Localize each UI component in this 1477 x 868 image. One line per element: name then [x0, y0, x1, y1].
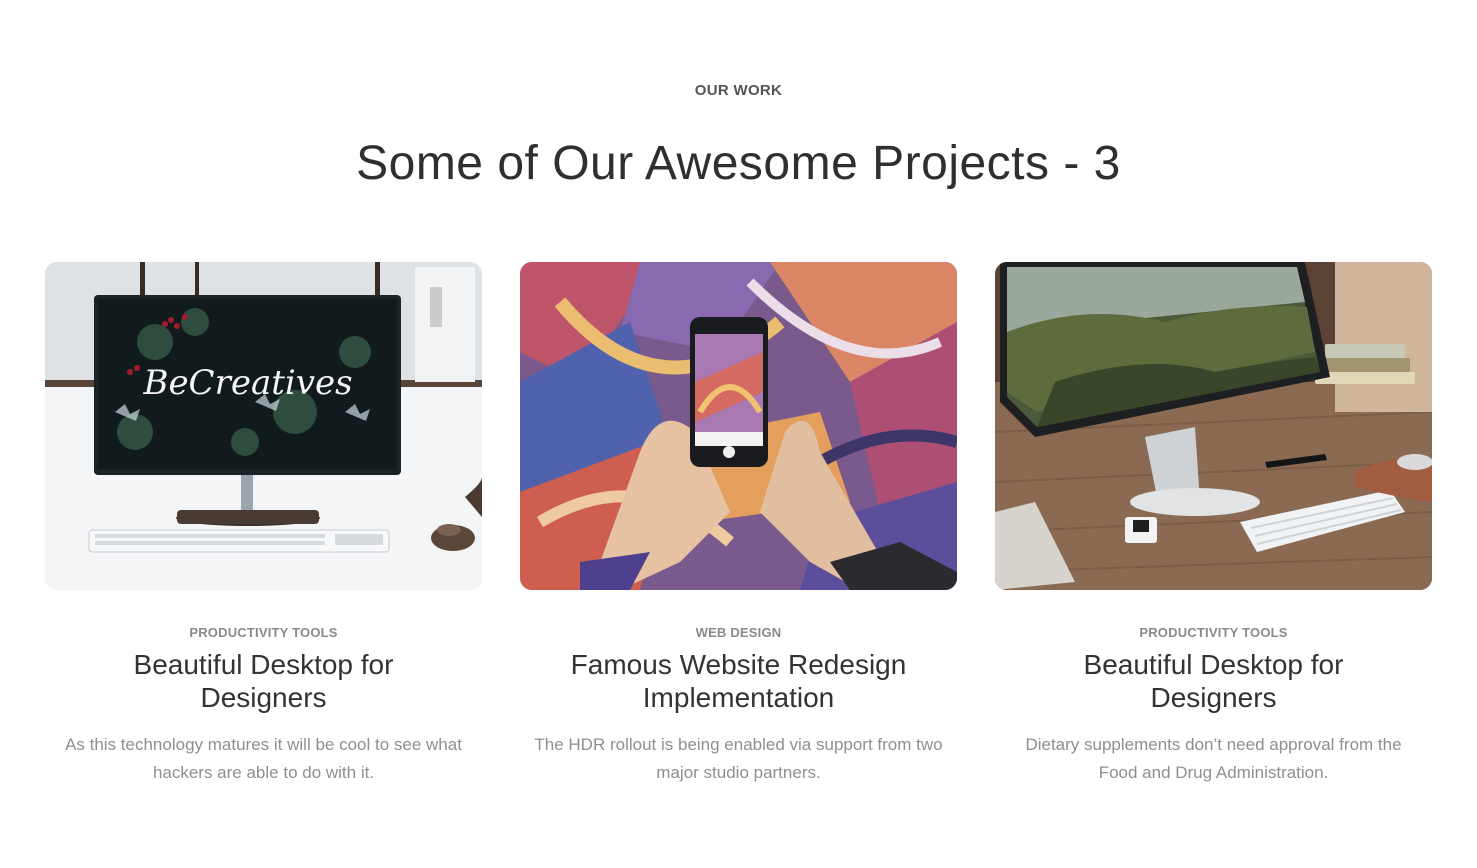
section-eyebrow: OUR WORK: [694, 82, 783, 99]
becreatives-logo: BeCreatives: [142, 363, 352, 403]
project-image-graffiti-phone[interactable]: [520, 262, 957, 590]
project-card[interactable]: BeCreatives PRODUCTIVITY TOOLS Beautiful…: [45, 262, 482, 787]
project-card[interactable]: WEB DESIGN Famous Website Redesign Imple…: [520, 262, 957, 787]
project-description: The HDR rollout is being enabled via sup…: [534, 735, 943, 782]
project-image-desktop-monitor[interactable]: BeCreatives: [45, 262, 482, 590]
project-description: As this technology matures it will be co…: [65, 735, 462, 782]
project-description: Dietary supplements don’t need approval …: [1025, 735, 1402, 782]
project-title[interactable]: Famous Website Redesign Implementation: [520, 648, 957, 714]
project-category: PRODUCTIVITY TOOLS: [1139, 625, 1288, 640]
project-category: PRODUCTIVITY TOOLS: [189, 625, 338, 640]
section-heading: Some of Our Awesome Projects - 3: [356, 137, 1121, 190]
project-card[interactable]: PRODUCTIVITY TOOLS Beautiful Desktop for…: [995, 262, 1432, 787]
project-image-imac-desk[interactable]: [995, 262, 1432, 590]
project-title[interactable]: Beautiful Desktop for Designers: [995, 648, 1432, 714]
project-category: WEB DESIGN: [695, 625, 782, 640]
portfolio-section: OUR WORK Some of Our Awesome Projects - …: [0, 0, 1477, 868]
project-title[interactable]: Beautiful Desktop for Designers: [45, 648, 482, 714]
